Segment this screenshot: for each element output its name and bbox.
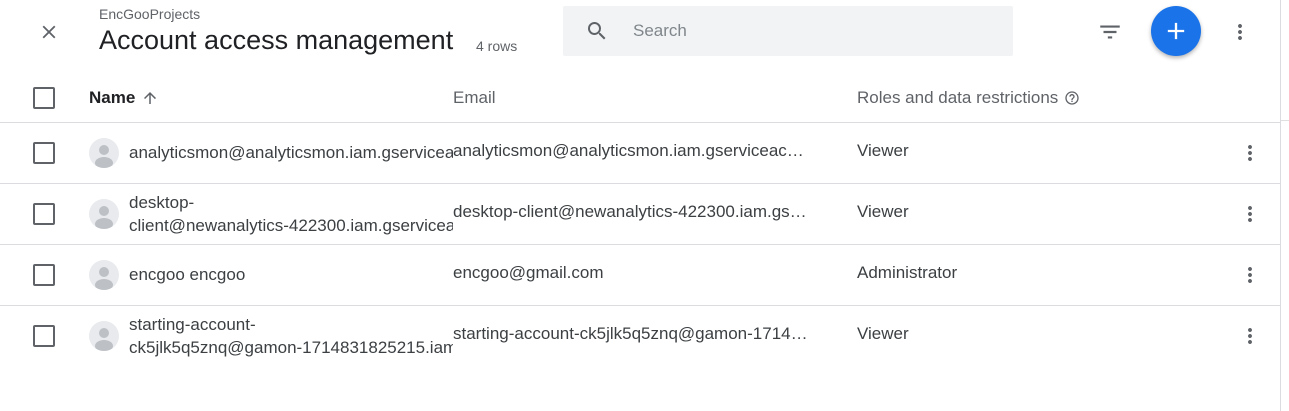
more-vert-icon (1248, 267, 1252, 283)
breadcrumb: EncGooProjects (99, 6, 201, 22)
avatar (89, 321, 119, 351)
column-header-name-label: Name (89, 88, 136, 107)
person-icon (95, 328, 113, 351)
person-icon (95, 145, 113, 168)
user-name-line: desktop- (129, 193, 195, 212)
avatar (89, 260, 119, 290)
account-access-panel: EncGooProjects Account access management… (0, 0, 1280, 411)
table-row[interactable]: encgoo encgoo encgoo@gmail.com Administr… (0, 245, 1280, 306)
table-row[interactable]: analyticsmon@analyticsmon.iam.gserviceac… (0, 123, 1280, 184)
sort-ascending-icon (144, 92, 157, 104)
row-more-button[interactable] (1238, 322, 1262, 350)
user-email: encgoo@gmail.com (453, 263, 604, 282)
user-email: starting-account-ck5jlk5q5znq@gamon-1714… (453, 324, 808, 343)
avatar (89, 199, 119, 229)
close-button[interactable] (31, 14, 67, 50)
avatar (89, 138, 119, 168)
add-icon (1167, 22, 1185, 40)
help-icon[interactable] (1064, 90, 1080, 106)
background-page-divider (1281, 120, 1289, 411)
user-name: encgoo encgoo (129, 263, 453, 286)
row-more-button[interactable] (1238, 139, 1262, 167)
user-name-line: encgoo encgoo (129, 265, 246, 284)
background-page-edge (1280, 0, 1289, 411)
column-header-name[interactable]: Name (89, 88, 159, 108)
column-header-roles-label: Roles and data restrictions (857, 88, 1059, 107)
user-name-line: analyticsmon@analyticsmon.iam.gserviceac… (129, 143, 453, 162)
more-vert-icon (1238, 24, 1242, 40)
user-name-line: client@newanalytics-422300.iam.gservicea… (129, 216, 453, 235)
search-bar (563, 6, 1013, 56)
search-icon[interactable] (585, 19, 609, 43)
user-name-line: starting-account- (129, 315, 256, 334)
person-icon (95, 206, 113, 229)
rows-count: 4 rows (476, 38, 518, 54)
row-checkbox[interactable] (33, 264, 55, 286)
page-title: Account access management (99, 25, 454, 55)
search-input[interactable] (633, 21, 993, 41)
user-email: desktop-client@newanalytics-422300.iam.g… (453, 202, 808, 221)
user-name: analyticsmon@analyticsmon.iam.gserviceac… (129, 141, 453, 164)
user-name-line: ck5jlk5q5znq@gamon-1714831825215.iam.gse… (129, 338, 453, 357)
user-role: Viewer (857, 202, 909, 221)
person-icon (95, 267, 113, 290)
more-vert-icon (1248, 328, 1252, 344)
close-icon (42, 25, 56, 39)
filter-button[interactable] (1093, 15, 1127, 49)
more-options-button[interactable] (1226, 15, 1254, 49)
row-more-button[interactable] (1238, 261, 1262, 289)
user-role: Administrator (857, 263, 958, 282)
row-checkbox[interactable] (33, 142, 55, 164)
add-user-button[interactable] (1151, 6, 1201, 56)
more-vert-icon (1248, 206, 1252, 222)
row-checkbox[interactable] (33, 203, 55, 225)
column-header-roles: Roles and data restrictions (857, 88, 1080, 108)
user-name: starting-account- ck5jlk5q5znq@gamon-171… (129, 313, 453, 359)
select-all-checkbox[interactable] (33, 87, 55, 109)
user-role: Viewer (857, 141, 909, 160)
users-table: Name Email Roles and data restrictions a… (0, 73, 1280, 367)
user-role: Viewer (857, 324, 909, 343)
user-email: analyticsmon@analyticsmon.iam.gserviceac… (453, 141, 808, 160)
filter-icon (1100, 25, 1120, 39)
user-name: desktop- client@newanalytics-422300.iam.… (129, 191, 453, 237)
row-checkbox[interactable] (33, 325, 55, 347)
column-header-email[interactable]: Email (453, 88, 496, 108)
table-row[interactable]: desktop- client@newanalytics-422300.iam.… (0, 184, 1280, 245)
row-more-button[interactable] (1238, 200, 1262, 228)
table-row[interactable]: starting-account- ck5jlk5q5znq@gamon-171… (0, 306, 1280, 367)
more-vert-icon (1248, 145, 1252, 161)
table-header-row: Name Email Roles and data restrictions (0, 73, 1280, 123)
